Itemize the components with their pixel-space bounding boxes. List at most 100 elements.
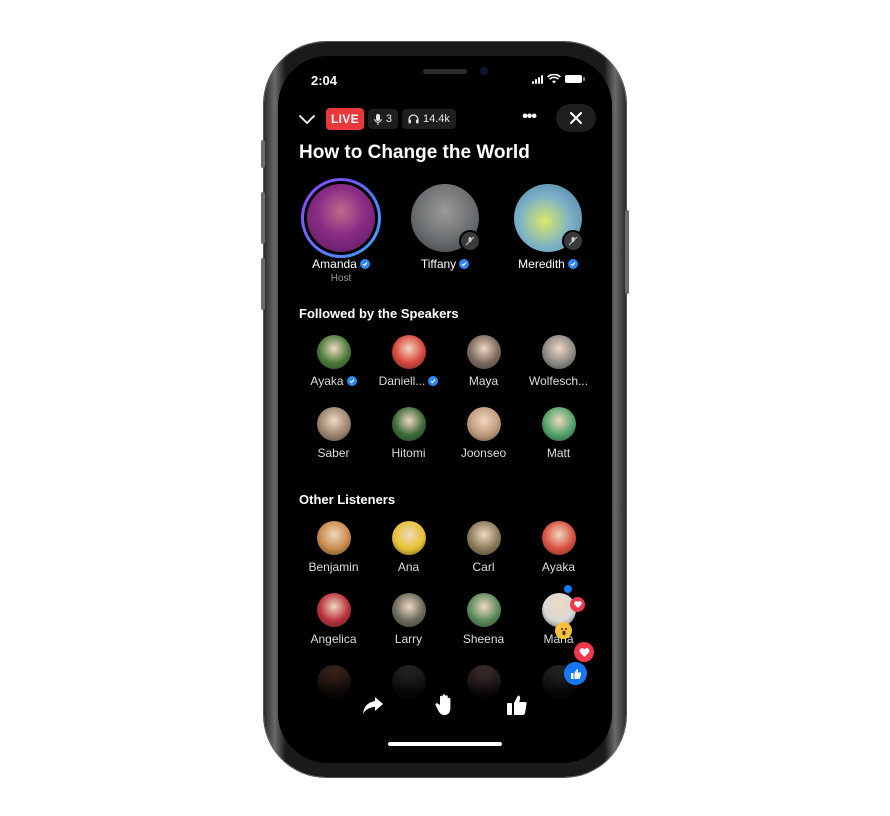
person-name: Hitomi — [391, 446, 426, 460]
avatar — [541, 593, 576, 627]
speaker-name: Meredith — [518, 257, 565, 271]
speaker-name: Amanda — [312, 257, 357, 271]
phone-volume-up — [261, 192, 265, 244]
front-camera — [480, 67, 488, 75]
verified-icon — [567, 259, 578, 269]
person-name-row: Benjamin — [296, 560, 371, 574]
avatar — [466, 335, 501, 369]
share-button[interactable] — [356, 688, 390, 722]
verified-icon — [359, 259, 370, 269]
person-name: Maya — [468, 374, 499, 388]
person-name-row: Wolfesch... — [521, 374, 596, 388]
speaker-item[interactable]: Amanda Host — [291, 178, 391, 284]
more-icon[interactable]: ••• — [522, 108, 537, 126]
like-reaction-icon — [564, 662, 587, 685]
love-reaction-icon — [574, 642, 594, 662]
avatar — [466, 521, 501, 555]
followed-person[interactable]: Hitomi — [371, 407, 446, 460]
followed-person[interactable]: Ayaka — [296, 335, 371, 388]
followed-person[interactable]: Joonseo — [446, 407, 521, 460]
speaker-item[interactable]: Meredith — [498, 178, 598, 271]
microphone-icon — [374, 113, 382, 125]
followed-person[interactable]: Saber — [296, 407, 371, 460]
person-name: Carl — [472, 560, 495, 574]
avatar — [316, 521, 351, 555]
person-name: Sheena — [462, 632, 505, 646]
speaker-role: Host — [330, 273, 352, 284]
wifi-icon — [547, 74, 561, 84]
listeners-count: 14.4k — [423, 113, 450, 125]
avatar — [541, 521, 576, 555]
love-reaction-icon — [570, 597, 585, 612]
chevron-down-icon[interactable] — [298, 110, 316, 128]
person-name-row: Saber — [296, 446, 371, 460]
verified-icon — [428, 376, 439, 386]
verified-icon — [346, 376, 357, 386]
verified-icon — [459, 259, 470, 269]
speaker-item[interactable]: Tiffany — [395, 178, 495, 271]
avatar — [411, 184, 481, 252]
listener-item[interactable]: Sheena — [446, 593, 521, 646]
raise-hand-icon — [435, 694, 451, 715]
phone-silent-switch — [261, 140, 265, 168]
cellular-signal-icon — [532, 74, 543, 84]
speakers-count: 3 — [385, 113, 392, 125]
bottom-action-bar — [278, 688, 612, 722]
room-title: How to Change the World — [299, 142, 530, 163]
person-name: Ayaka — [541, 560, 576, 574]
followed-person[interactable]: Wolfesch... — [521, 335, 596, 388]
phone-screen: 2:04 LIVE 3 14.4k ••• How to Change the … — [278, 56, 612, 763]
avatar — [391, 593, 426, 627]
person-name: Angelica — [310, 632, 357, 646]
person-name-row: Larry — [371, 632, 446, 646]
person-name-row: Carl — [446, 560, 521, 574]
raise-hand-button[interactable] — [428, 688, 462, 722]
person-name-row: Ana — [371, 560, 446, 574]
followed-person[interactable]: Matt — [521, 407, 596, 460]
person-name-row: Sheena — [446, 632, 521, 646]
avatar — [316, 335, 351, 369]
listener-item[interactable]: Ana — [371, 521, 446, 574]
listener-item[interactable]: Carl — [446, 521, 521, 574]
like-icon — [507, 695, 527, 715]
listener-item[interactable]: Ayaka — [521, 521, 596, 574]
speakers-count-chip: 3 — [367, 109, 398, 129]
avatar — [391, 407, 426, 441]
avatar — [301, 178, 381, 258]
speaker-photo-0 — [307, 184, 375, 252]
listener-item[interactable]: Larry — [371, 593, 446, 646]
person-name-row: Maya — [446, 374, 521, 388]
share-icon — [363, 697, 383, 714]
close-button[interactable] — [556, 104, 596, 132]
like-button[interactable] — [500, 688, 534, 722]
speaker-grille — [423, 69, 467, 74]
listener-item[interactable]: Maria — [521, 593, 596, 646]
person-name-row: Ayaka — [296, 374, 371, 388]
wow-reaction-icon — [555, 622, 572, 639]
person-name: Benjamin — [308, 560, 359, 574]
person-name-row: Joonseo — [446, 446, 521, 460]
person-name: Ana — [397, 560, 420, 574]
avatar — [391, 521, 426, 555]
phone-power-button — [625, 210, 629, 294]
person-name: Matt — [546, 446, 571, 460]
listener-item[interactable]: Angelica — [296, 593, 371, 646]
person-name: Ayaka — [310, 374, 344, 388]
person-name-row: Matt — [521, 446, 596, 460]
status-icons — [532, 74, 585, 84]
listener-item[interactable]: Benjamin — [296, 521, 371, 574]
person-name: Daniell... — [378, 374, 426, 388]
like-reaction-icon — [564, 585, 572, 593]
avatar — [541, 407, 576, 441]
status-time: 2:04 — [311, 73, 338, 88]
avatar — [391, 335, 426, 369]
person-name: Larry — [394, 632, 423, 646]
listeners-count-chip: 14.4k — [402, 109, 456, 129]
live-badge: LIVE — [326, 108, 364, 130]
followed-person[interactable]: Maya — [446, 335, 521, 388]
person-name-row: Daniell... — [371, 374, 446, 388]
battery-icon — [565, 75, 585, 83]
followed-person[interactable]: Daniell... — [371, 335, 446, 388]
home-indicator[interactable] — [388, 742, 502, 746]
avatar — [316, 407, 351, 441]
